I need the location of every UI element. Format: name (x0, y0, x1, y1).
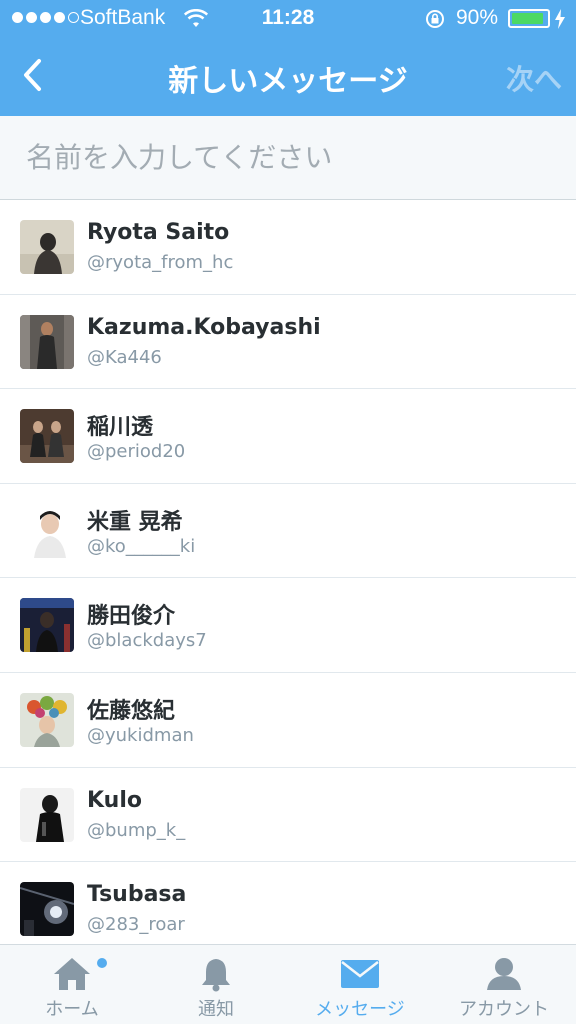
contact-row[interactable]: Ryota Saito @ryota_from_hc (0, 200, 576, 295)
contact-handle: @ryota_from_hc (87, 252, 234, 273)
avatar (20, 314, 74, 369)
charging-icon (554, 9, 566, 33)
avatar (20, 787, 74, 842)
tab-messages[interactable]: メッセージ (288, 945, 432, 1024)
next-button[interactable]: 次へ (506, 58, 562, 98)
tab-home[interactable]: ホーム (0, 945, 144, 1024)
navigation-bar: 新しいメッセージ 次へ (0, 38, 576, 116)
avatar (20, 882, 74, 937)
avatar (20, 220, 74, 274)
contact-row[interactable]: 勝田俊介 @blackdays7 (0, 578, 576, 673)
contact-row[interactable]: 稲川透 @period20 (0, 389, 576, 484)
contact-name: 勝田俊介 (87, 604, 176, 630)
contact-name: 佐藤悠紀 (87, 698, 176, 724)
contact-name: 米重 晃希 (87, 509, 183, 535)
tab-bar: ホーム 通知 メッセージ アカウント (0, 944, 576, 1024)
contact-handle: @bump_k_ (87, 819, 186, 841)
contact-handle: @blackdays7 (87, 630, 207, 652)
battery-icon (508, 9, 550, 28)
contact-list: Ryota Saito @ryota_from_hc Kazuma.Kobaya… (0, 200, 576, 944)
avatar (20, 503, 74, 558)
contact-row[interactable]: Kazuma.Kobayashi @Ka446 (0, 295, 576, 390)
tab-label: 通知 (198, 999, 234, 1020)
tab-label: ホーム (45, 999, 99, 1020)
contact-handle: @Ka446 (87, 346, 162, 368)
bell-icon (198, 955, 234, 993)
recipient-search (0, 116, 576, 200)
contact-name: Kazuma.Kobayashi (87, 314, 321, 340)
contact-row[interactable]: 米重 晃希 @ko______ki (0, 484, 576, 579)
avatar (20, 409, 74, 464)
unread-dot (97, 958, 107, 968)
tab-account[interactable]: アカウント (432, 945, 576, 1024)
battery-percent: 90% (456, 6, 499, 29)
person-icon (485, 955, 523, 993)
avatar (20, 598, 74, 653)
tab-label: メッセージ (315, 999, 405, 1020)
avatar (20, 692, 74, 747)
contact-row[interactable]: Tsubasa @283_roar (0, 862, 576, 944)
contact-handle: @283_roar (87, 914, 185, 936)
contact-handle: @yukidman (87, 724, 194, 746)
status-bar: SoftBank 11:28 90% (0, 0, 576, 38)
contact-row[interactable]: 佐藤悠紀 @yukidman (0, 673, 576, 768)
page-title: 新しいメッセージ (168, 64, 408, 99)
contact-name: Tsubasa (87, 882, 187, 908)
home-icon (52, 955, 92, 993)
tab-notifications[interactable]: 通知 (144, 945, 288, 1024)
contact-name: Kulo (87, 787, 142, 813)
recipient-name-input[interactable] (0, 116, 576, 198)
contact-name: Ryota Saito (87, 220, 230, 245)
envelope-icon (340, 955, 380, 993)
header: SoftBank 11:28 90% 新しいメッセージ 次へ (0, 0, 576, 116)
rotation-lock-icon (424, 9, 446, 33)
contact-handle: @ko______ki (87, 535, 196, 557)
tab-label: アカウント (459, 999, 549, 1020)
contact-row[interactable]: Kulo @bump_k_ (0, 768, 576, 863)
contact-handle: @period20 (87, 441, 186, 463)
contact-name: 稲川透 (87, 415, 154, 441)
